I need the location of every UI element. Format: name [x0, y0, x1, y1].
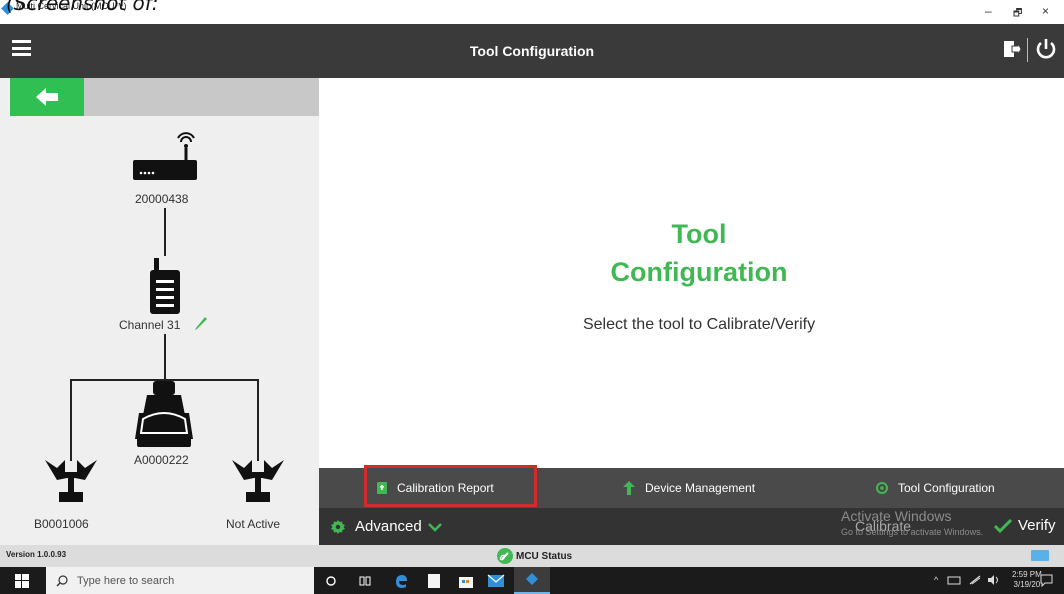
connector-line: [164, 334, 166, 380]
clock-date: 3/19/20: [1013, 580, 1041, 589]
clock-time: 2:59 PM: [1012, 570, 1042, 579]
edit-pencil-icon[interactable]: [193, 315, 209, 331]
mcu-status-label: MCU Status: [516, 550, 573, 562]
device-icon: [623, 481, 635, 495]
windows-taskbar: Type here to search ^ 2:59 PM 3/19/20: [0, 567, 1064, 594]
tray-chevron-icon[interactable]: ^: [934, 575, 938, 585]
advanced-button[interactable]: Advanced: [331, 518, 442, 535]
mcu-status[interactable]: MCU Status: [497, 548, 572, 564]
connector-line: [70, 379, 72, 461]
device-tree-panel: 20000438 Channel 31 A0000222 B0001006 No…: [0, 78, 319, 545]
edge-icon[interactable]: [393, 573, 409, 589]
advanced-label: Advanced: [355, 518, 422, 535]
nav-device-management[interactable]: Device Management: [623, 481, 755, 495]
back-button[interactable]: [10, 78, 84, 116]
chevron-down-icon: [427, 522, 442, 532]
connector-line: [164, 208, 166, 256]
power-icon[interactable]: [1036, 38, 1056, 65]
router-icon[interactable]: [133, 132, 197, 182]
link-icon: [497, 548, 513, 564]
main-subtitle: Select the tool to Calibrate/Verify: [582, 316, 816, 333]
main-title-line2: Configuration: [610, 257, 788, 287]
minimize-button[interactable]: –: [985, 4, 992, 18]
head-tool-icon[interactable]: [232, 456, 284, 504]
system-clock[interactable]: 2:59 PM 3/19/20: [1012, 570, 1042, 590]
file-explorer-icon[interactable]: [427, 573, 441, 589]
version-label: Version 1.0.0.93: [6, 550, 67, 559]
app-icon: [526, 573, 538, 585]
nav-calibration-report[interactable]: Calibration Report: [377, 481, 494, 495]
channel-label: Channel 31: [119, 318, 181, 332]
cortana-icon[interactable]: [326, 576, 336, 586]
exit-icon[interactable]: [1003, 40, 1022, 63]
nav-calibration-report-label: Calibration Report: [397, 481, 494, 495]
app-root: Multi Cervical Unit (MCU™) – 🗗 × (Screen…: [0, 0, 1064, 594]
gear-icon: [876, 482, 888, 494]
checkmark-icon: [994, 518, 1012, 533]
screenshot-caption: (Screenshot of:: [6, 0, 159, 15]
close-button[interactable]: ×: [1042, 4, 1049, 18]
app-header: Tool Configuration: [0, 24, 1064, 78]
volume-icon[interactable]: [987, 575, 1001, 585]
radio-icon[interactable]: [148, 258, 182, 314]
arrow-left-icon: [36, 88, 58, 106]
function-nav: Calibration Report Device Management Too…: [319, 465, 1064, 508]
battery-icon[interactable]: [969, 575, 981, 585]
cervical-tool-icon[interactable]: [133, 381, 195, 449]
verify-label: Verify: [1018, 517, 1056, 534]
nav-tool-configuration-label: Tool Configuration: [898, 481, 995, 495]
window-title-bar: Multi Cervical Unit (MCU™) – 🗗 ×: [0, 0, 1064, 24]
gateway-id: 20000438: [135, 192, 189, 206]
bottom-action-bar: Advanced Activate Windows Calibrate Go t…: [319, 508, 1064, 545]
status-bar: Version 1.0.0.93 MCU Status: [0, 545, 1064, 567]
page-title: Tool Configuration: [469, 43, 595, 59]
search-icon: [56, 574, 68, 586]
main-content: Tool Configuration Select the tool to Ca…: [319, 78, 1064, 468]
right-tool-status: Not Active: [226, 517, 281, 531]
taskbar-app-mcu[interactable]: [514, 567, 550, 594]
nav-tool-configuration[interactable]: Tool Configuration: [876, 481, 995, 495]
back-bar: [84, 78, 319, 116]
windows-start-icon[interactable]: [15, 574, 29, 588]
header-divider: [1027, 38, 1028, 62]
head-tool-icon[interactable]: [45, 456, 97, 504]
task-view-icon[interactable]: [359, 575, 371, 587]
activate-windows-subtitle: Go to Settings to activate Windows.: [841, 527, 984, 537]
center-tool-id: A0000222: [134, 453, 189, 467]
search-placeholder: Type here to search: [77, 574, 175, 587]
main-title-line1: Tool: [671, 219, 727, 249]
keyboard-icon[interactable]: [1031, 550, 1049, 561]
main-title: Tool Configuration: [319, 215, 1064, 291]
taskbar-search[interactable]: Type here to search: [46, 567, 314, 594]
network-icon[interactable]: [947, 575, 961, 585]
left-tool-id: B0001006: [34, 517, 89, 531]
restore-button[interactable]: 🗗: [1013, 6, 1022, 23]
nav-device-management-label: Device Management: [645, 481, 756, 495]
verify-button[interactable]: Verify: [994, 517, 1056, 534]
mail-icon[interactable]: [487, 574, 505, 588]
connector-line: [257, 379, 259, 461]
notification-icon[interactable]: [1040, 574, 1053, 587]
gear-icon: [331, 519, 345, 534]
store-icon[interactable]: [458, 573, 474, 589]
report-icon: [377, 482, 387, 494]
